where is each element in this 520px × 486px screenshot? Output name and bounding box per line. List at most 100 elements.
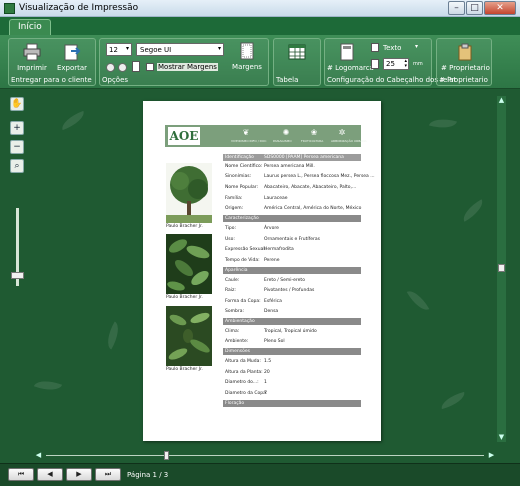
- spacing-unit: mm: [413, 61, 423, 67]
- logo-page-icon: [340, 43, 354, 61]
- table-row: Sombra: Densa: [223, 307, 361, 316]
- export-icon: [64, 44, 81, 61]
- row-value: Hermafrodita: [264, 247, 294, 252]
- table-row: Origem: América Central, América do Nort…: [223, 204, 361, 213]
- row-key: Caule:: [225, 278, 240, 283]
- row-value: Ornamentais e Frutíferas: [264, 237, 320, 242]
- table-button[interactable]: [280, 42, 314, 62]
- scroll-left-icon[interactable]: ◀: [34, 451, 43, 460]
- banner-label-4: ARBORIZAÇÃO URBANA: [331, 139, 367, 143]
- row-value: Esférica: [264, 299, 282, 304]
- close-button[interactable]: ✕: [484, 1, 516, 15]
- group-owner-label: # Proprietario: [439, 76, 488, 84]
- identification-label: Identificação: [225, 155, 254, 160]
- section-title: Dimensões: [225, 349, 250, 354]
- layout-portrait-option[interactable]: [106, 63, 115, 72]
- table-row: Forma da Copa: Esférica: [223, 297, 361, 306]
- font-name-select[interactable]: Segoe UI ▾: [136, 43, 224, 56]
- margins-button[interactable]: Margens: [230, 41, 264, 71]
- maximize-button[interactable]: □: [466, 1, 483, 15]
- table-row: Clima: Tropical, Tropical úmido: [223, 327, 361, 336]
- scroll-down-icon[interactable]: ▼: [497, 433, 506, 442]
- prev-page-icon: ◀: [47, 470, 53, 478]
- photo-credit: Paulo Bracher Jr.: [166, 224, 203, 229]
- next-page-button[interactable]: ▶: [66, 468, 92, 481]
- sun-icon: ✺: [282, 128, 290, 137]
- group-options: 12 ▾ Segoe UI ▾ Mostrar Margens Margens …: [99, 38, 269, 86]
- layout-landscape-option[interactable]: [118, 63, 127, 72]
- row-value: Perene: [264, 258, 280, 263]
- zoom-fit-icon[interactable]: ⌕: [10, 159, 24, 173]
- section-header: Floração: [223, 400, 361, 407]
- group-owner: # Proprietario # Proprietario: [436, 38, 492, 86]
- zoom-out-icon[interactable]: −: [10, 140, 24, 154]
- vertical-scroll-thumb[interactable]: [498, 264, 505, 272]
- spacing-icon: [371, 59, 379, 69]
- group-deliver-label: Entregar para o cliente: [11, 76, 92, 84]
- tab-home[interactable]: Início: [9, 19, 51, 35]
- print-button[interactable]: Imprimir: [15, 42, 49, 72]
- text-icon: [371, 43, 379, 52]
- leaf-decoration: [406, 286, 430, 315]
- export-button[interactable]: Exportar: [55, 42, 89, 72]
- identification-value: SDS0000 [PAAM] Persea americana: [264, 155, 344, 160]
- zoom-slider-thumb[interactable]: [11, 272, 24, 279]
- leaf-decoration: [101, 321, 125, 350]
- row-key: Ambiente:: [225, 339, 249, 344]
- horizontal-scroll-thumb[interactable]: [164, 451, 169, 460]
- hand-tool-icon[interactable]: ✋: [10, 97, 24, 111]
- section-title: Ambientação: [225, 319, 255, 324]
- row-key: Tempo de Vida:: [225, 258, 260, 263]
- page-preview: AOE ❦ ✺ ❀ ✲ VIVEIRISMO INFO / DOC PAISAG…: [143, 101, 381, 441]
- tree-photo-icon: [166, 163, 212, 223]
- group-header-config: # Logomarca Texto ▾ 25 ▴ ▾ mm Configuraçã…: [324, 38, 456, 86]
- row-value: Ereto / Semi-ereto: [264, 278, 305, 283]
- table-row: Diametro da Copa: 7: [223, 389, 361, 398]
- last-page-button[interactable]: ⏭: [95, 468, 121, 481]
- minimize-button[interactable]: –: [448, 1, 465, 15]
- table-row: Raiz: Pivotantes / Profundas: [223, 286, 361, 295]
- text-button[interactable]: Texto ▾: [371, 43, 423, 54]
- zoom-in-icon[interactable]: +: [10, 121, 24, 135]
- horizontal-scrollbar[interactable]: ◀ ▶: [34, 451, 496, 460]
- font-size-select[interactable]: 12 ▾: [106, 43, 132, 56]
- banner-label-3: FRUTICULTURA: [301, 139, 324, 143]
- row-key: Diametro do...:: [225, 380, 259, 385]
- stepper-arrows-icon: ▴ ▾: [404, 58, 407, 69]
- table-row: Altura da Muda: 1.5: [223, 357, 361, 366]
- show-margins-checkbox[interactable]: [146, 63, 154, 71]
- row-value: 20: [264, 370, 270, 375]
- horizontal-scroll-track[interactable]: [46, 455, 484, 456]
- table-row: Tipo: Árvore: [223, 224, 361, 233]
- spacing-stepper[interactable]: 25 ▴ ▾: [383, 58, 409, 70]
- ribbon-tabstrip: Início: [0, 17, 520, 35]
- print-label: Imprimir: [17, 64, 47, 72]
- leaf-decoration: [33, 375, 63, 396]
- identification-header: Identificação SDS0000 [PAAM] Persea amer…: [223, 154, 361, 161]
- vertical-scrollbar[interactable]: ▲ ▼: [497, 96, 506, 442]
- owner-button[interactable]: # Proprietario: [441, 42, 490, 72]
- row-key: Tipo:: [225, 226, 236, 231]
- logomarca-button[interactable]: # Logomarca: [327, 42, 374, 72]
- window-title: Visualização de Impressão: [19, 3, 139, 13]
- row-value: 1.5: [264, 359, 272, 364]
- ribbon: Imprimir Exportar Entregar para o client…: [0, 35, 520, 89]
- prev-page-button[interactable]: ◀: [37, 468, 63, 481]
- row-value: 1: [264, 380, 267, 385]
- last-page-icon: ⏭: [104, 470, 112, 478]
- plant-photo-fruit: [166, 306, 212, 366]
- row-value: Árvore: [264, 226, 279, 231]
- table-row: Família: Lauraceae: [223, 194, 361, 203]
- scroll-right-icon[interactable]: ▶: [487, 451, 496, 460]
- scroll-up-icon[interactable]: ▲: [497, 96, 506, 105]
- row-key: Sinonímias:: [225, 174, 252, 179]
- first-page-button[interactable]: ⏮: [8, 468, 34, 481]
- page-indicator: Página 1 / 3: [127, 471, 169, 479]
- section-title: Floração: [225, 401, 245, 406]
- tree-icon: ✲: [338, 128, 346, 137]
- row-value: Densa: [264, 309, 279, 314]
- banner-label-1: VIVEIRISMO INFO / DOC: [231, 139, 267, 143]
- font-size-value: 12: [109, 46, 118, 54]
- group-options-label: Opções: [102, 76, 129, 84]
- table-row: Caule: Ereto / Semi-ereto: [223, 276, 361, 285]
